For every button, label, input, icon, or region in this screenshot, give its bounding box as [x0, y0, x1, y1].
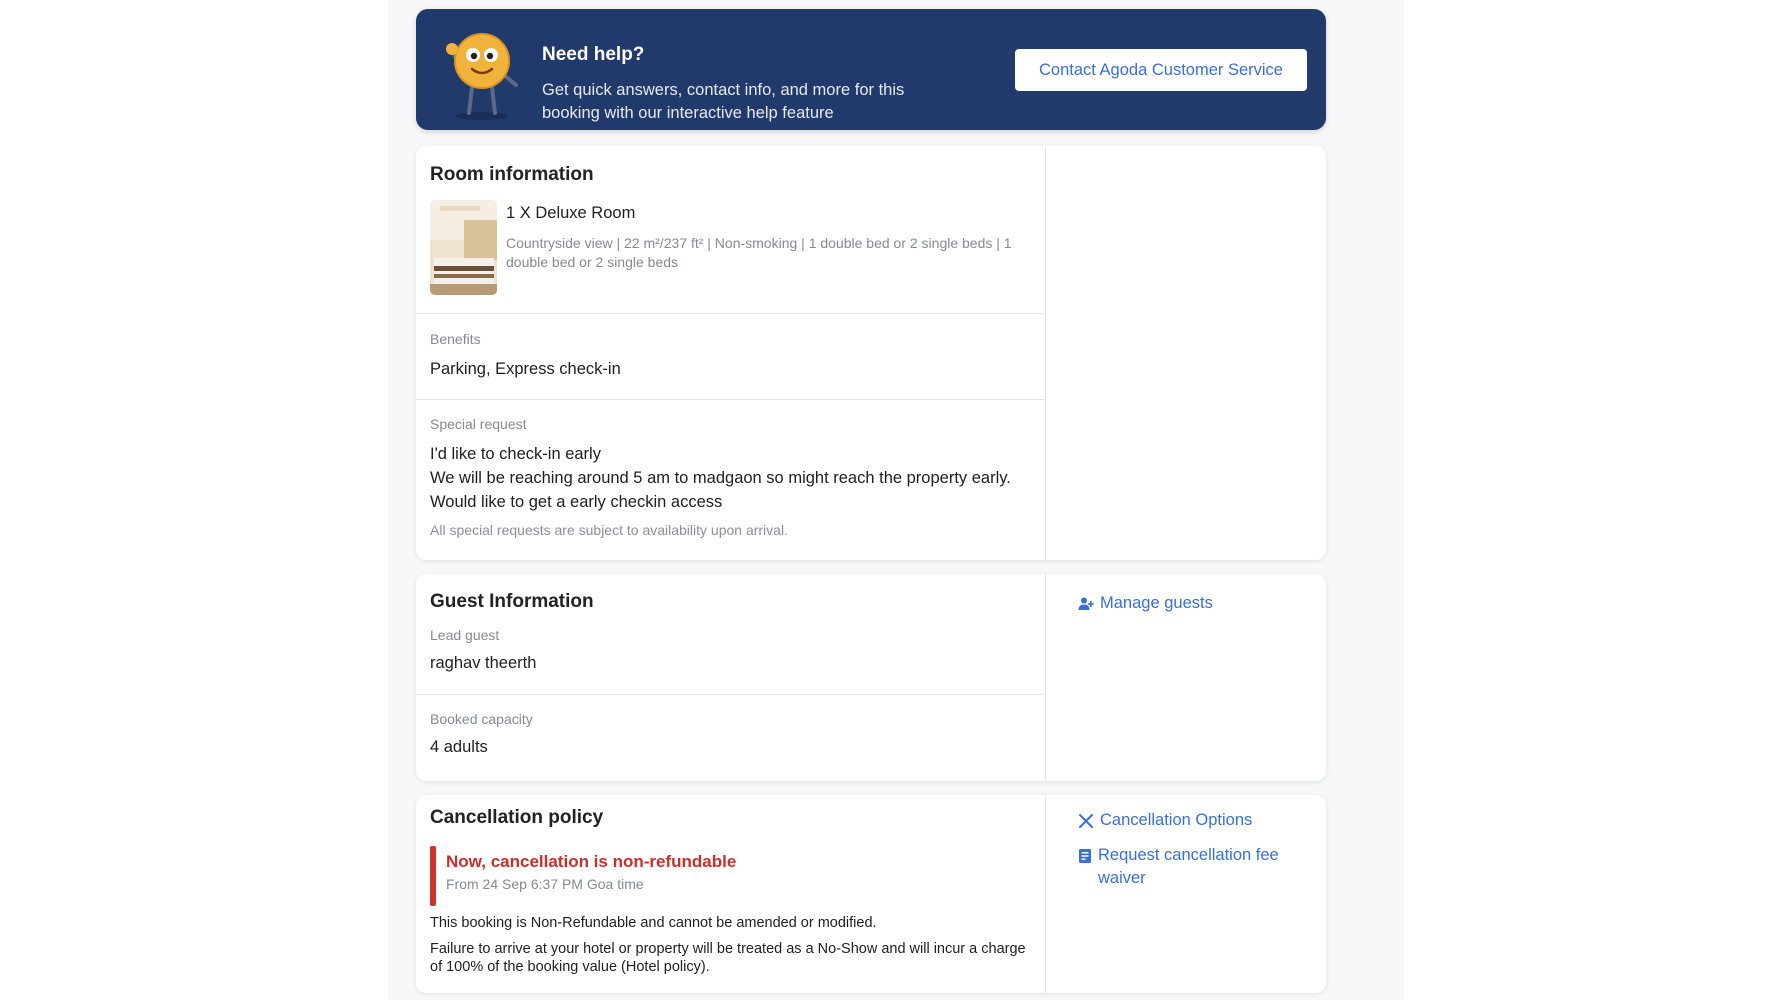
benefits-label: Benefits: [430, 331, 481, 347]
card-divider: [1045, 146, 1046, 560]
help-banner: Need help? Get quick answers, contact in…: [416, 9, 1326, 130]
card-divider: [1045, 795, 1046, 993]
request-fee-waiver-label: Request cancellation fee waiver: [1098, 846, 1279, 887]
lead-guest-section: Guest Information Lead guest raghav thee…: [416, 574, 1045, 694]
people-icon: [1078, 597, 1094, 610]
special-request-label: Special request: [430, 416, 527, 432]
room-information-card: Room information 1 X Deluxe Room Country…: [416, 146, 1326, 560]
lead-guest-label: Lead guest: [430, 627, 500, 643]
cancellation-options-label: Cancellation Options: [1100, 811, 1253, 829]
alert-bar: [430, 846, 436, 906]
help-description: Get quick answers, contact info, and mor…: [542, 81, 905, 122]
benefits-section: Benefits Parking, Express check-in: [416, 313, 1045, 399]
room-photo: [430, 200, 497, 295]
request-fee-waiver-link[interactable]: Request cancellation fee waiver: [1078, 844, 1308, 890]
room-description: Countryside view | 22 m²/237 ft² | Non-s…: [506, 235, 1012, 270]
guest-information-card: Guest Information Lead guest raghav thee…: [416, 574, 1326, 781]
special-request-note: All special requests are subject to avai…: [430, 522, 788, 538]
room-section: Room information 1 X Deluxe Room Country…: [416, 146, 1045, 313]
cancellation-policy-card: Cancellation policy Now, cancellation is…: [416, 795, 1326, 993]
cancellation-status-title: Now, cancellation is non-refundable: [446, 852, 737, 871]
lead-guest-value: raghav theerth: [430, 654, 537, 672]
benefits-value: Parking, Express check-in: [430, 360, 621, 378]
close-icon: [1079, 814, 1093, 828]
non-refundable-notice: This booking is Non-Refundable and canno…: [430, 915, 877, 931]
booked-capacity-section: Booked capacity 4 adults: [416, 694, 1045, 781]
cancellation-section: Cancellation policy Now, cancellation is…: [416, 795, 1045, 993]
special-request-section: Special request I'd like to check-in ear…: [416, 399, 1045, 560]
room-name: 1 X Deluxe Room: [506, 204, 636, 222]
document-icon: [1079, 849, 1091, 863]
no-show-notice: Failure to arrive at your hotel or prope…: [430, 941, 1026, 975]
contact-customer-service-button[interactable]: Contact Agoda Customer Service: [1015, 49, 1307, 91]
cancellation-options-link[interactable]: Cancellation Options: [1078, 811, 1252, 830]
card-divider: [1045, 574, 1046, 781]
cancellation-status-subtitle: From 24 Sep 6:37 PM Goa time: [446, 876, 644, 892]
booked-capacity-label: Booked capacity: [430, 711, 533, 727]
special-request-line-1: I'd like to check-in early: [430, 445, 601, 463]
booked-capacity-value: 4 adults: [430, 738, 488, 756]
manage-guests-label: Manage guests: [1100, 594, 1213, 612]
manage-guests-link[interactable]: Manage guests: [1078, 594, 1213, 613]
room-info-title: Room information: [430, 164, 594, 185]
cancellation-title: Cancellation policy: [430, 807, 604, 828]
guest-info-title: Guest Information: [430, 591, 594, 612]
help-title: Need help?: [542, 44, 645, 65]
mascot-icon: [446, 33, 518, 120]
special-request-line-2: We will be reaching around 5 am to madga…: [430, 469, 1011, 511]
